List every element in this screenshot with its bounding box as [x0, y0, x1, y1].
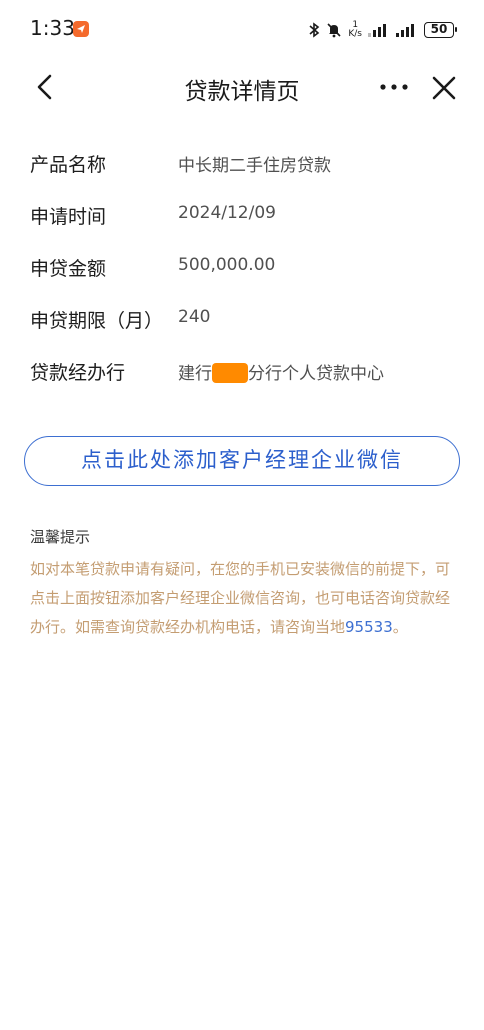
net-speed-unit: K/s	[348, 29, 362, 39]
nav-bar: 贷款详情页	[0, 60, 484, 114]
signal-icon	[368, 24, 386, 37]
detail-row-term: 申贷期限（月） 240	[30, 296, 454, 348]
loan-details: 产品名称 中长期二手住房贷款 申请时间 2024/12/09 申贷金额 500,…	[30, 140, 454, 400]
detail-row-apply-time: 申请时间 2024/12/09	[30, 192, 454, 244]
net-speed: 1 K/s	[348, 21, 362, 39]
tips-section: 温馨提示 如对本笔贷款申请有疑问，在您的手机已安装微信的前提下，可点击上面按钮添…	[30, 526, 456, 642]
more-icon	[380, 84, 408, 90]
tips-body: 如对本笔贷款申请有疑问，在您的手机已安装微信的前提下，可点击上面按钮添加客户经理…	[30, 555, 456, 642]
phone-link[interactable]: 95533	[345, 618, 393, 636]
detail-value: 240	[178, 307, 211, 327]
detail-label: 申贷期限（月）	[30, 310, 164, 332]
tips-title: 温馨提示	[30, 528, 91, 546]
battery-icon: 50	[424, 22, 457, 38]
page-title: 贷款详情页	[184, 79, 300, 105]
detail-label: 产品名称	[30, 154, 107, 176]
detail-row-amount: 申贷金额 500,000.00	[30, 244, 454, 296]
tips-end: 。	[392, 618, 408, 636]
detail-row-product: 产品名称 中长期二手住房贷款	[30, 140, 454, 192]
detail-label: 贷款经办行	[30, 362, 126, 384]
status-bar: 1:33 1 K/s 50	[0, 0, 484, 60]
redaction-mark	[212, 363, 248, 383]
detail-label: 申贷金额	[30, 258, 107, 280]
mute-icon	[327, 23, 341, 38]
status-time: 1:33	[30, 16, 75, 40]
more-button[interactable]	[378, 74, 410, 100]
detail-value: 2024/12/09	[178, 203, 276, 223]
branch-prefix: 建行	[178, 364, 212, 384]
detail-value: 中长期二手住房贷款	[178, 156, 331, 176]
detail-value: 500,000.00	[178, 255, 276, 275]
close-button[interactable]	[430, 74, 458, 102]
detail-value: 建行 分行个人贷款中心	[178, 359, 384, 384]
signal-icon	[396, 24, 414, 37]
detail-row-branch: 贷款经办行 建行 分行个人贷款中心	[30, 348, 454, 400]
close-icon	[432, 76, 456, 100]
detail-label: 申请时间	[30, 206, 107, 228]
add-wechat-manager-button[interactable]: 点击此处添加客户经理企业微信	[24, 436, 460, 486]
bluetooth-icon	[309, 22, 320, 38]
status-indicators: 1 K/s 50	[308, 19, 457, 41]
branch-suffix: 分行个人贷款中心	[248, 364, 384, 384]
app-notification-icon	[73, 21, 89, 37]
